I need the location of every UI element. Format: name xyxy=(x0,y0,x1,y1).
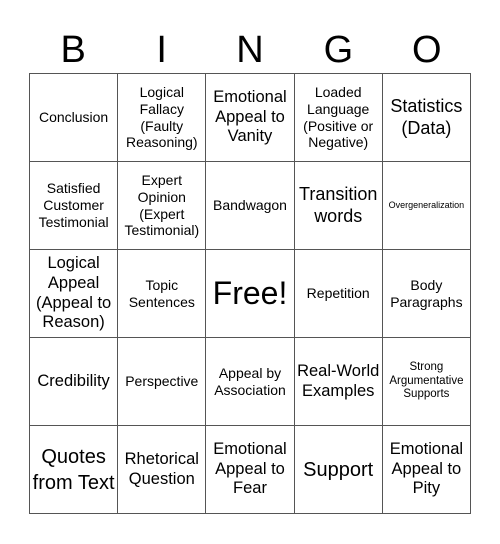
bingo-cell[interactable]: Emotional Appeal to Pity xyxy=(382,426,471,514)
bingo-cell[interactable]: Overgeneralization xyxy=(382,162,471,250)
bingo-cell[interactable]: Bandwagon xyxy=(206,162,295,250)
bingo-board: Conclusion Logical Fallacy (Faulty Reaso… xyxy=(29,73,471,514)
bingo-cell[interactable]: Rhetorical Question xyxy=(118,426,207,514)
bingo-cell[interactable]: Expert Opinion (Expert Testimonial) xyxy=(118,162,207,250)
bingo-cell[interactable]: Conclusion xyxy=(30,74,119,162)
header-letter-n: N xyxy=(236,29,264,71)
free-space-cell[interactable]: Free! xyxy=(206,250,295,338)
bingo-cell[interactable]: Satisfied Customer Testimonial xyxy=(30,162,119,250)
bingo-cell[interactable]: Strong Argumentative Supports xyxy=(382,338,471,426)
bingo-cell[interactable]: Logical Fallacy (Faulty Reasoning) xyxy=(118,74,207,162)
bingo-cell[interactable]: Body Paragraphs xyxy=(382,250,471,338)
bingo-cell[interactable]: Real-World Examples xyxy=(294,338,383,426)
header-letter-g: G xyxy=(323,29,354,71)
bingo-cell[interactable]: Topic Sentences xyxy=(118,250,207,338)
bingo-cell[interactable]: Credibility xyxy=(30,338,119,426)
bingo-cell[interactable]: Perspective xyxy=(118,338,207,426)
bingo-cell[interactable]: Statistics (Data) xyxy=(382,74,471,162)
header-letter-b: B xyxy=(60,29,86,71)
bingo-cell[interactable]: Emotional Appeal to Fear xyxy=(206,426,295,514)
bingo-cell[interactable]: Loaded Language (Positive or Negative) xyxy=(294,74,383,162)
bingo-cell[interactable]: Repetition xyxy=(294,250,383,338)
bingo-cell[interactable]: Transition words xyxy=(294,162,383,250)
bingo-cell[interactable]: Appeal by Association xyxy=(206,338,295,426)
bingo-header: B I N G O xyxy=(29,28,471,73)
bingo-cell[interactable]: Quotes from Text xyxy=(30,426,119,514)
header-letter-o: O xyxy=(412,29,442,71)
bingo-cell[interactable]: Emotional Appeal to Vanity xyxy=(206,74,295,162)
bingo-cell[interactable]: Support xyxy=(294,426,383,514)
bingo-cell[interactable]: Logical Appeal (Appeal to Reason) xyxy=(30,250,119,338)
header-letter-i: I xyxy=(156,29,167,71)
